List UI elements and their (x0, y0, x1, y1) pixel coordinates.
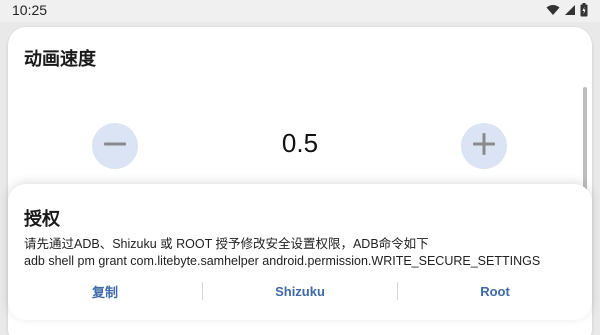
status-bar: 10:25 (0, 0, 600, 22)
dialog-message-line-1: 请先通过ADB、Shizuku 或 ROOT 授予修改安全设置权限，ADB命令如… (24, 237, 429, 251)
dialog-message-line-2: adb shell pm grant com.litebyte.samhelpe… (24, 254, 541, 268)
speed-value: 0.5 (281, 128, 319, 158)
card-title: 动画速度 (24, 49, 96, 70)
dialog-actions: 复制 Shizuku Root (8, 280, 592, 302)
wifi-icon (546, 4, 560, 16)
battery-icon (580, 3, 588, 17)
decrease-speed-button[interactable] (92, 123, 138, 169)
root-button[interactable]: Root (398, 284, 592, 299)
shizuku-button[interactable]: Shizuku (203, 284, 397, 299)
dialog-title: 授权 (24, 209, 60, 230)
status-time: 10:25 (12, 2, 48, 18)
plus-icon (473, 133, 495, 159)
copy-button[interactable]: 复制 (8, 282, 202, 301)
authorization-dialog: 授权 请先通过ADB、Shizuku 或 ROOT 授予修改安全设置权限，ADB… (8, 184, 592, 320)
minus-icon (104, 133, 126, 159)
dialog-message: 请先通过ADB、Shizuku 或 ROOT 授予修改安全设置权限，ADB命令如… (24, 236, 584, 270)
system-icons (546, 3, 588, 17)
signal-icon (564, 4, 576, 16)
increase-speed-button[interactable] (461, 123, 507, 169)
